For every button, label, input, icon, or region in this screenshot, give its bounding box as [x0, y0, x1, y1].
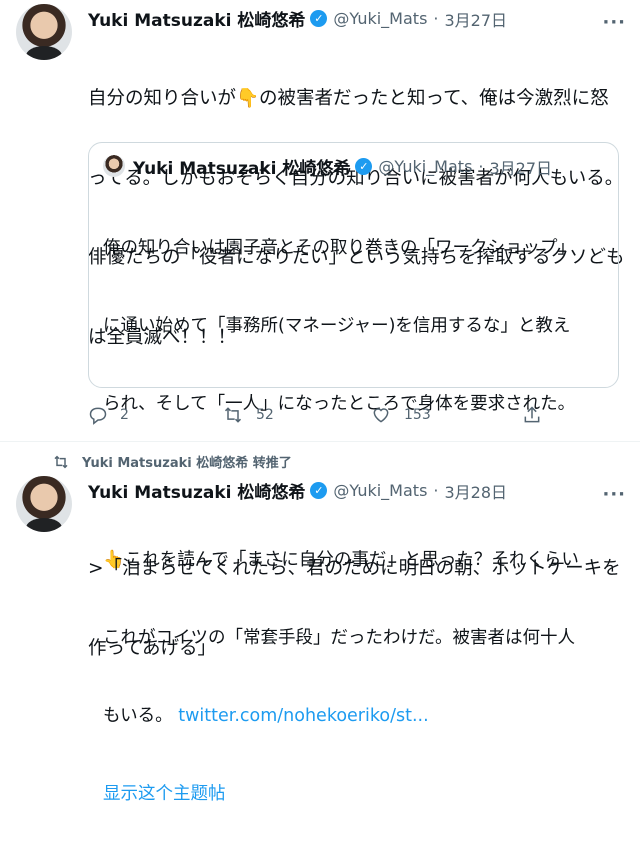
like-icon: [373, 408, 389, 423]
more-icon[interactable]: ···: [602, 12, 626, 33]
verified-badge-icon: ✓: [310, 10, 328, 27]
quoted-text-line: に通い始めて「事務所(マネージャー)を信用するな」と教え: [103, 316, 571, 336]
verified-badge-icon: ✓: [310, 482, 328, 499]
quoted-tweet[interactable]: Yuki Matsuzaki 松崎悠希 ✓ @Yuki_Mats · 3月27日…: [88, 142, 619, 804]
like-count: 153: [404, 407, 431, 423]
avatar[interactable]: [16, 4, 72, 60]
quoted-header: Yuki Matsuzaki 松崎悠希 ✓ @Yuki_Mats · 3月27日: [133, 154, 552, 179]
tweet-header: Yuki Matsuzaki 松崎悠希 ✓ @Yuki_Mats · 3月27日: [88, 6, 507, 31]
quoted-text-fragment: もいる。: [103, 706, 179, 726]
show-thread-link[interactable]: 显示这个主题帖: [103, 781, 613, 807]
retweet-icon: [224, 407, 242, 423]
retweet-banner-text: Yuki Matsuzaki 松崎悠希 转推了: [82, 456, 292, 471]
tweet-actions: 2 52 153: [88, 403, 608, 431]
retweet-button[interactable]: 52: [222, 405, 274, 425]
author-handle[interactable]: @Yuki_Mats: [333, 481, 427, 500]
tweet-text-line: 自分の知り合いが👇の被害者だったと知って、俺は今激烈に怒: [88, 88, 609, 109]
tweet-date[interactable]: 3月28日: [445, 479, 508, 503]
retweet-icon: [54, 455, 68, 468]
quoted-url-link[interactable]: twitter.com/nohekoeriko/st...: [178, 706, 428, 726]
retweet-banner[interactable]: Yuki Matsuzaki 松崎悠希 转推了: [52, 452, 292, 471]
separator-dot: ·: [433, 481, 439, 500]
quoted-author-name: Yuki Matsuzaki 松崎悠希: [133, 159, 351, 179]
more-icon[interactable]: ···: [602, 484, 626, 505]
separator-dot: ·: [433, 9, 439, 28]
avatar[interactable]: [16, 476, 72, 532]
share-button[interactable]: [522, 405, 554, 425]
quoted-text-line: 俺の知り合いは園子音とその取り巻きの「ワークショップ」: [103, 238, 575, 258]
reply-icon: [89, 407, 107, 425]
quoted-date: 3月27日: [489, 158, 553, 178]
author-handle[interactable]: @Yuki_Mats: [333, 9, 427, 28]
quoted-text-line: もいる。 twitter.com/nohekoeriko/st...: [103, 703, 613, 729]
tweet-header: Yuki Matsuzaki 松崎悠希 ✓ @Yuki_Mats · 3月28日: [88, 478, 507, 503]
separator-dot: ·: [478, 157, 484, 176]
tweet-text-line: >「泊まらせてくれたら、君のために明日の朝、ホットケーキを: [88, 558, 621, 579]
quoted-author-handle: @Yuki_Mats: [378, 157, 473, 176]
tweet-divider: [0, 441, 640, 442]
quoted-avatar: [103, 155, 125, 177]
reply-button[interactable]: 2: [88, 405, 129, 425]
tweet-date[interactable]: 3月27日: [445, 7, 508, 31]
tweet-text-line: 作ってあげる」: [88, 637, 217, 659]
tweet-text: >「泊まらせてくれたら、君のために明日の朝、ホットケーキを 作ってあげる」: [88, 503, 628, 689]
like-button[interactable]: 153: [370, 405, 431, 425]
verified-badge-icon: ✓: [355, 158, 373, 175]
reply-count: 2: [120, 407, 129, 423]
author-name[interactable]: Yuki Matsuzaki 松崎悠希: [88, 6, 305, 31]
share-icon: [524, 406, 540, 423]
retweet-count: 52: [256, 407, 274, 423]
author-name[interactable]: Yuki Matsuzaki 松崎悠希: [88, 478, 305, 503]
